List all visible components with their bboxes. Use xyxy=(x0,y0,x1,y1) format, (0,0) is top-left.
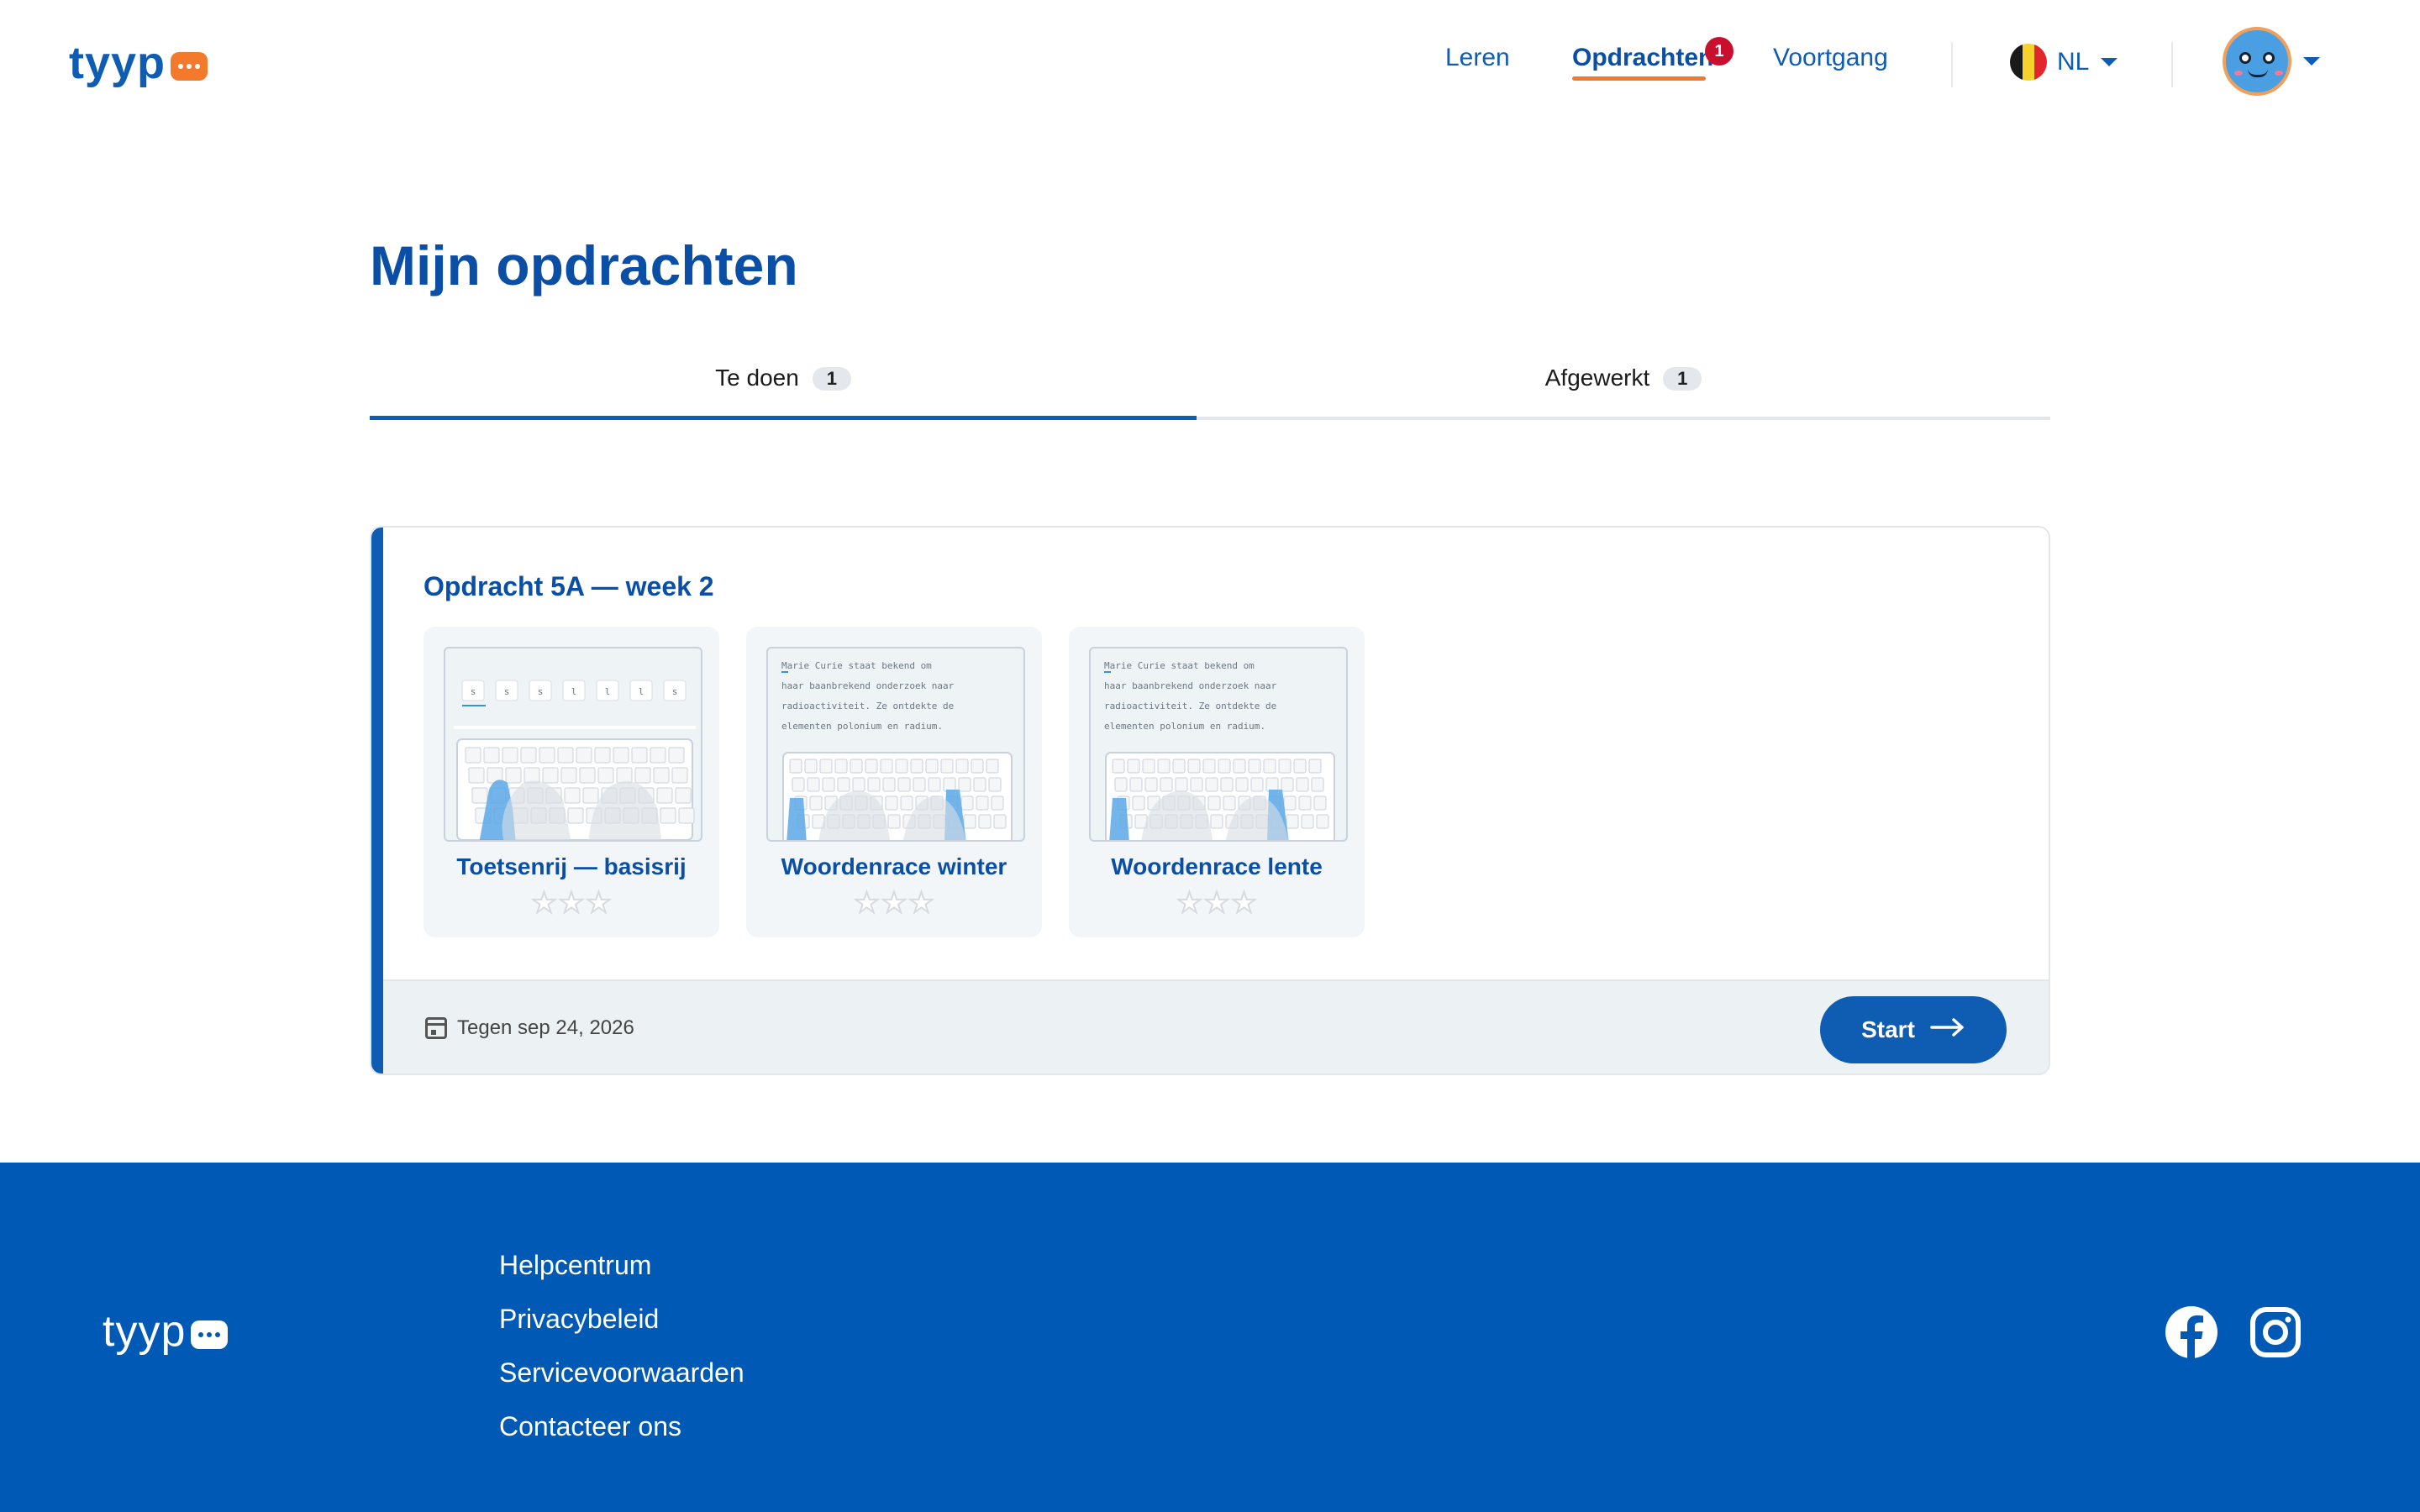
nav-divider xyxy=(2171,42,2173,87)
exercise-name: Toetsenrij — basisrij xyxy=(456,853,687,879)
logo[interactable]: tyyp xyxy=(69,34,208,92)
page-title: Mijn opdrachten xyxy=(370,234,798,297)
exercise-name: Woordenrace lente xyxy=(1111,853,1323,879)
start-button-label: Start xyxy=(1861,1016,1915,1042)
star-empty-icon: ★ xyxy=(585,887,613,919)
star-empty-icon: ★ xyxy=(1230,887,1258,919)
svg-text:l: l xyxy=(571,686,577,697)
text-keyboard-illustration: Marie Curie staat bekend om haar baanbre… xyxy=(1104,660,1335,840)
top-header: tyyp Leren Opdrachten 1 Voortgang NL xyxy=(0,0,2420,123)
assignment-title: Opdracht 5A — week 2 xyxy=(424,571,714,601)
exercise-name: Woordenrace winter xyxy=(781,853,1007,879)
belgium-flag-icon xyxy=(2010,44,2047,81)
card-accent-bar xyxy=(371,528,383,1074)
svg-text:s: s xyxy=(471,686,476,697)
exercise-thumbnail: sssllls xyxy=(444,647,702,842)
star-empty-icon: ★ xyxy=(1176,887,1203,919)
thumb-text-line: haar baanbrekend onderzoek naar xyxy=(781,680,955,691)
instagram-icon[interactable] xyxy=(2249,1305,2302,1359)
due-date-text: Tegen sep 24, 2026 xyxy=(457,1016,634,1039)
star-empty-icon: ★ xyxy=(530,887,558,919)
text-keyboard-illustration: Marie Curie staat bekend om haar baanbre… xyxy=(781,660,1013,840)
chevron-down-icon xyxy=(2101,58,2118,66)
svg-text:l: l xyxy=(605,686,611,697)
tab-bar: Te doen 1 Afgewerkt 1 xyxy=(370,353,2050,420)
svg-text:s: s xyxy=(672,686,678,697)
keyboard-illustration: sssllls xyxy=(454,680,696,840)
exercise-card[interactable]: Marie Curie staat bekend om haar baanbre… xyxy=(1069,627,1365,937)
notification-badge: 1 xyxy=(1705,37,1733,66)
nav-opdrachten[interactable]: Opdrachten xyxy=(1572,44,1713,72)
thumb-text-line: elementen polonium en radium. xyxy=(1104,721,1265,732)
star-empty-icon: ★ xyxy=(853,887,881,919)
footer-link-privacybeleid[interactable]: Privacybeleid xyxy=(499,1292,744,1346)
exercise-card[interactable]: s s s l l l s Toetsenrij — basisrij ★ ★ ★ xyxy=(424,627,719,937)
chat-bubble-icon xyxy=(191,1320,229,1349)
footer-link-contact[interactable]: Contacteer ons xyxy=(499,1399,744,1453)
footer-link-helpcentrum[interactable]: Helpcentrum xyxy=(499,1238,744,1292)
avatar xyxy=(2223,27,2291,96)
tab-active-indicator xyxy=(370,416,1197,420)
nav-leren[interactable]: Leren xyxy=(1445,44,1510,72)
nav-divider xyxy=(1951,42,1953,87)
calendar-icon xyxy=(425,1017,447,1039)
star-empty-icon: ★ xyxy=(558,887,586,919)
star-empty-icon: ★ xyxy=(908,887,935,919)
svg-text:s: s xyxy=(504,686,510,697)
thumb-text-line: Marie Curie staat bekend om xyxy=(781,660,932,671)
logo-text: tyyp xyxy=(103,1307,187,1356)
assignment-card: Opdracht 5A — week 2 s s s l l l s Toetsenrij … xyxy=(370,526,2050,1075)
facebook-icon[interactable] xyxy=(2165,1305,2218,1359)
footer-link-servicevoorwaarden[interactable]: Servicevoorwaarden xyxy=(499,1346,744,1399)
star-empty-icon: ★ xyxy=(1203,887,1231,919)
arrow-right-icon xyxy=(1930,1016,1965,1043)
thumb-text-line: elementen polonium en radium. xyxy=(781,721,943,732)
user-menu[interactable] xyxy=(2223,27,2320,96)
nav-voortgang[interactable]: Voortgang xyxy=(1773,44,1888,72)
footer-links: Helpcentrum Privacybeleid Servicevoorwaa… xyxy=(499,1238,744,1453)
thumb-text-line: radioactiviteit. Ze ontdekte de xyxy=(1104,701,1276,711)
star-empty-icon: ★ xyxy=(881,887,908,919)
svg-text:l: l xyxy=(639,686,644,697)
star-rating: ★ ★ ★ xyxy=(1069,887,1365,919)
thumb-text-line: radioactiviteit. Ze ontdekte de xyxy=(781,701,954,711)
start-button[interactable]: Start xyxy=(1820,996,2007,1063)
thumb-text-line: Marie Curie staat bekend om xyxy=(1104,660,1255,671)
exercise-thumbnail: Marie Curie staat bekend om haar baanbre… xyxy=(766,647,1025,842)
tab-label: Afgewerkt xyxy=(1544,365,1650,391)
exercise-thumbnail: Marie Curie staat bekend om haar baanbre… xyxy=(1089,647,1348,842)
card-footer: Tegen sep 24, 2026 Start xyxy=(383,979,2049,1074)
chevron-down-icon xyxy=(2303,57,2320,66)
language-label: NL xyxy=(2057,48,2090,76)
exercise-card[interactable]: Marie Curie staat bekend om haar baanbre… xyxy=(746,627,1042,937)
thumb-text-line: haar baanbrekend onderzoek naar xyxy=(1104,680,1277,691)
language-selector[interactable]: NL xyxy=(2010,44,2118,81)
nav-active-underline xyxy=(1572,76,1706,81)
tab-count-badge: 1 xyxy=(812,367,851,391)
svg-text:s: s xyxy=(538,686,544,697)
tab-afgewerkt[interactable]: Afgewerkt 1 xyxy=(1197,353,2050,420)
footer-logo[interactable]: tyyp xyxy=(103,1302,229,1361)
logo-text: tyyp xyxy=(69,38,166,88)
star-rating: ★ ★ ★ xyxy=(424,887,719,919)
tab-label: Te doen xyxy=(715,365,799,391)
star-rating: ★ ★ ★ xyxy=(746,887,1042,919)
site-footer: tyyp Helpcentrum Privacybeleid Servicevo… xyxy=(0,1163,2420,1512)
tab-te-doen[interactable]: Te doen 1 xyxy=(370,353,1197,420)
tab-count-badge: 1 xyxy=(1663,367,1702,391)
due-date: Tegen sep 24, 2026 xyxy=(425,1016,634,1040)
chat-bubble-icon xyxy=(171,52,208,81)
